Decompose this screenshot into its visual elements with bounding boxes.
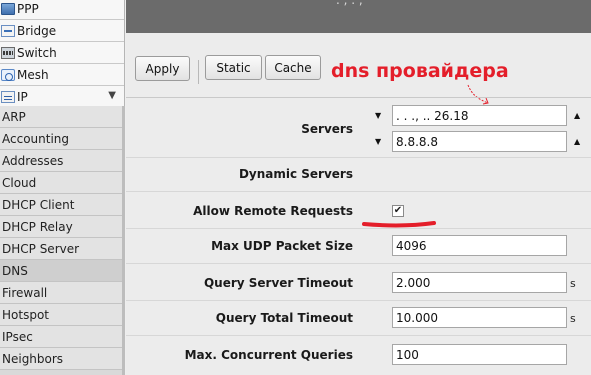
checkmark-icon: ✔: [393, 205, 403, 216]
max-udp-packet-size-field[interactable]: 4096: [392, 235, 567, 256]
sidebar-scrollbar[interactable]: [122, 106, 125, 375]
server-2-down-arrow-icon[interactable]: ▼: [375, 137, 381, 146]
max-udp-packet-size-label: Max UDP Packet Size: [211, 239, 353, 253]
sidebar-item-bridge[interactable]: Bridge: [0, 20, 124, 42]
sidebar-item-accounting[interactable]: Accounting: [0, 128, 122, 150]
sidebar-item-ip[interactable]: IP ▼: [0, 86, 124, 108]
dns-settings-panel: Apply Static Cache dns провайдера Server…: [126, 33, 591, 375]
sidebar-item-ppp[interactable]: PPP: [0, 0, 124, 20]
sidebar: PPP Bridge Switch Mesh IP ▼ ARP Accounti…: [0, 0, 125, 375]
query-total-timeout-field[interactable]: 10.000: [392, 307, 567, 328]
query-total-timeout-label: Query Total Timeout: [215, 311, 353, 325]
toolbar-divider-line: [126, 97, 591, 98]
sidebar-item-firewall[interactable]: Firewall: [0, 282, 122, 304]
ip-icon: [1, 90, 15, 103]
server-1-up-arrow-icon[interactable]: ▲: [574, 111, 580, 120]
max-concurrent-queries-label: Max. Concurrent Queries: [184, 348, 353, 362]
mesh-icon: [1, 68, 15, 81]
sidebar-item-label: IP: [17, 89, 28, 104]
row-divider: [126, 191, 591, 192]
sidebar-item-addresses[interactable]: Addresses: [0, 150, 122, 172]
servers-label: Servers: [301, 122, 353, 136]
sidebar-item-dns[interactable]: DNS: [0, 260, 122, 282]
sidebar-item-arp[interactable]: ARP: [0, 106, 122, 128]
sidebar-item-cloud[interactable]: Cloud: [0, 172, 122, 194]
sidebar-item-dhcp-server[interactable]: DHCP Server: [0, 238, 122, 260]
query-server-timeout-unit: s: [570, 277, 576, 290]
row-divider: [126, 335, 591, 336]
sidebar-item-label: Bridge: [17, 23, 57, 38]
row-divider: [126, 300, 591, 301]
cache-button[interactable]: Cache: [265, 55, 321, 80]
bridge-icon: [1, 24, 15, 37]
server-1-field[interactable]: . . ., .. 26.18: [392, 105, 567, 126]
sidebar-item-switch[interactable]: Switch: [0, 42, 124, 64]
sidebar-item-mesh[interactable]: Mesh: [0, 64, 124, 86]
server-2-field[interactable]: 8.8.8.8: [392, 131, 567, 152]
row-divider: [126, 228, 591, 229]
ip-submenu: ARP Accounting Addresses Cloud DHCP Clie…: [0, 106, 124, 375]
query-total-timeout-unit: s: [570, 312, 576, 325]
sidebar-item-label: PPP: [17, 1, 39, 16]
toolbar-divider: [198, 60, 199, 84]
sidebar-item-dhcp-client[interactable]: DHCP Client: [0, 194, 122, 216]
server-2-up-arrow-icon[interactable]: ▲: [574, 137, 580, 146]
ppp-icon: [1, 2, 15, 15]
annotation-label: dns провайдера: [331, 60, 509, 82]
page-header: . , . ,: [126, 0, 591, 33]
dynamic-servers-label: Dynamic Servers: [238, 167, 353, 181]
allow-remote-requests-checkbox[interactable]: ✔: [392, 205, 404, 217]
sidebar-item-hotspot[interactable]: Hotspot: [0, 304, 122, 326]
max-concurrent-queries-field[interactable]: 100: [392, 344, 567, 365]
sidebar-item-label: Mesh: [17, 67, 49, 82]
row-divider: [126, 263, 591, 264]
query-server-timeout-field[interactable]: 2.000: [392, 272, 567, 293]
allow-remote-requests-label: Allow Remote Requests: [193, 204, 353, 218]
annotation-underline: [362, 221, 436, 228]
apply-button[interactable]: Apply: [135, 56, 190, 81]
sidebar-item-dhcp-relay[interactable]: DHCP Relay: [0, 216, 122, 238]
chevron-down-icon[interactable]: ▼: [108, 90, 116, 101]
query-server-timeout-label: Query Server Timeout: [203, 276, 353, 290]
row-divider: [126, 157, 591, 158]
sidebar-item-label: Switch: [17, 45, 57, 60]
page-title: . , . ,: [336, 0, 363, 7]
sidebar-item-neighbors[interactable]: Neighbors: [0, 348, 122, 370]
static-button[interactable]: Static: [205, 55, 262, 80]
server-1-down-arrow-icon[interactable]: ▼: [375, 111, 381, 120]
sidebar-item-ipsec[interactable]: IPsec: [0, 326, 122, 348]
switch-icon: [1, 46, 15, 59]
